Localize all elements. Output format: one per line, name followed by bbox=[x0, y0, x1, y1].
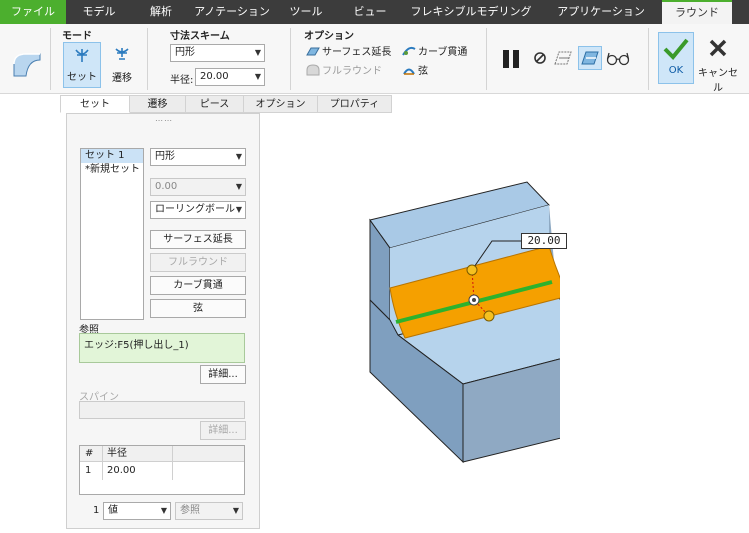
rolling-ball-select[interactable]: ローリングボール ▼ bbox=[150, 201, 246, 219]
dim-scheme-title: 寸法スキーム bbox=[170, 31, 230, 42]
cancel-label: キャンセル bbox=[698, 68, 738, 94]
transition-mode-icon bbox=[115, 48, 129, 60]
dashboard-tabs: セット 遷移 ピース オプション プロパティ bbox=[60, 95, 392, 113]
round-model-graphic bbox=[369, 181, 607, 464]
radius-input-value: 20.00 bbox=[200, 71, 229, 82]
chord-option[interactable]: 弦 bbox=[402, 64, 428, 79]
no-preview-icon[interactable] bbox=[533, 51, 547, 68]
tab-pieces[interactable]: ピース bbox=[186, 95, 244, 113]
chord-label: 弦 bbox=[418, 66, 428, 77]
full-round-option[interactable]: フルラウンド bbox=[306, 64, 382, 79]
surface-extend-label: サーフェス延長 bbox=[322, 47, 392, 58]
tab-properties[interactable]: プロパティ bbox=[318, 95, 392, 113]
chevron-down-icon: ▼ bbox=[160, 506, 167, 515]
sets-panel: ⋯⋯ セット 1 *新規セット 円形 ▼ 0.00 ▼ ローリングボール ▼ サ… bbox=[66, 113, 260, 529]
spine-details-button[interactable]: 詳細... bbox=[200, 421, 246, 440]
ribbon: モード セット 遷移 寸法スキーム 円形 ▼ 半径: 20.00 ▼ オプション… bbox=[0, 24, 749, 94]
footer-reference-select-value: 参照 bbox=[180, 505, 200, 516]
tab-sets[interactable]: セット bbox=[60, 95, 130, 113]
surface-extend-option[interactable]: サーフェス延長 bbox=[306, 45, 391, 60]
surface-extend-icon bbox=[306, 47, 320, 56]
tab-analysis[interactable]: 解析 bbox=[132, 0, 190, 24]
value-select-value: 0.00 bbox=[155, 181, 178, 192]
menu-bar: ファイル モデル 解析 アノテーション ツール ビュー フレキシブルモデリング … bbox=[0, 0, 749, 24]
panel-grip[interactable]: ⋯⋯ bbox=[155, 116, 173, 125]
chord-icon bbox=[403, 68, 415, 75]
radius-table: # 半径 1 20.00 bbox=[79, 445, 245, 495]
reference-value: エッジ:F5(押し出し_1) bbox=[84, 340, 189, 351]
radius-dimension-label[interactable]: 20.00 bbox=[521, 233, 567, 249]
tab-file[interactable]: ファイル bbox=[0, 0, 66, 24]
curve-through-icon bbox=[402, 46, 416, 56]
mode-set-button[interactable]: セット bbox=[63, 42, 101, 88]
shape-select[interactable]: 円形 ▼ bbox=[170, 44, 265, 62]
cancel-button[interactable]: キャンセル bbox=[696, 32, 740, 94]
chevron-down-icon: ▼ bbox=[235, 152, 242, 161]
chevron-down-icon: ▼ bbox=[232, 506, 239, 515]
chevron-down-icon: ▼ bbox=[254, 72, 261, 81]
list-item[interactable]: *新規セット bbox=[81, 163, 143, 177]
mode-set-label: セット bbox=[67, 72, 97, 83]
close-icon bbox=[709, 39, 727, 57]
tab-annotation[interactable]: アノテーション bbox=[190, 0, 274, 24]
tab-round[interactable]: ラウンド bbox=[662, 0, 732, 24]
curve-through-label: カーブ貫通 bbox=[418, 47, 468, 58]
shape-select-value: 円形 bbox=[175, 47, 195, 58]
geometry-preview-icon[interactable] bbox=[553, 48, 575, 71]
ok-label: OK bbox=[668, 65, 684, 76]
table-header-num: # bbox=[85, 448, 94, 459]
set-mode-icon bbox=[75, 49, 89, 62]
shape-select-panel-value: 円形 bbox=[155, 151, 175, 162]
spine-collector[interactable] bbox=[79, 401, 245, 419]
chevron-down-icon: ▼ bbox=[235, 182, 242, 191]
chevron-down-icon: ▼ bbox=[235, 205, 242, 214]
model-viewport[interactable] bbox=[360, 175, 607, 470]
set-list[interactable]: セット 1 *新規セット bbox=[80, 148, 144, 320]
attached-preview-icon[interactable] bbox=[578, 46, 602, 70]
pause-icon[interactable] bbox=[500, 48, 522, 73]
footer-value-select[interactable]: 値 ▼ bbox=[103, 502, 171, 520]
full-round-icon bbox=[306, 64, 320, 76]
options-title: オプション bbox=[304, 31, 354, 42]
chevron-down-icon: ▼ bbox=[254, 48, 261, 57]
list-item[interactable]: セット 1 bbox=[81, 149, 143, 163]
footer-index: 1 bbox=[93, 505, 100, 516]
tab-flexible-modeling[interactable]: フレキシブルモデリング bbox=[402, 0, 540, 24]
value-select[interactable]: 0.00 ▼ bbox=[150, 178, 246, 196]
tab-options[interactable]: オプション bbox=[244, 95, 318, 113]
table-row-radius[interactable]: 20.00 bbox=[107, 463, 136, 479]
details-button[interactable]: 詳細... bbox=[200, 365, 246, 384]
curve-through-button[interactable]: カーブ貫通 bbox=[150, 276, 246, 295]
rolling-ball-select-value: ローリングボール bbox=[155, 204, 235, 215]
verify-glasses-icon[interactable] bbox=[606, 50, 630, 69]
check-icon bbox=[663, 38, 689, 60]
shape-select-panel[interactable]: 円形 ▼ bbox=[150, 148, 246, 166]
table-row-num: 1 bbox=[85, 465, 92, 476]
round-feature-icon bbox=[10, 50, 44, 83]
mode-transition-button[interactable]: 遷移 bbox=[103, 42, 141, 88]
tab-applications[interactable]: アプリケーション bbox=[540, 0, 662, 24]
reference-collector[interactable]: エッジ:F5(押し出し_1) bbox=[79, 333, 245, 363]
table-header-radius: 半径 bbox=[107, 448, 127, 459]
full-round-button[interactable]: フルラウンド bbox=[150, 253, 246, 272]
radius-label: 半径: bbox=[170, 75, 194, 86]
chord-button[interactable]: 弦 bbox=[150, 299, 246, 318]
tab-tools[interactable]: ツール bbox=[274, 0, 338, 24]
full-round-label: フルラウンド bbox=[322, 66, 382, 77]
footer-value-select-value: 値 bbox=[108, 505, 118, 516]
mode-transition-label: 遷移 bbox=[112, 73, 132, 84]
tab-transitions[interactable]: 遷移 bbox=[130, 95, 186, 113]
footer-reference-select[interactable]: 参照 ▼ bbox=[175, 502, 243, 520]
ok-button[interactable]: OK bbox=[658, 32, 694, 84]
mode-group-title: モード bbox=[62, 31, 92, 42]
radius-input[interactable]: 20.00 ▼ bbox=[195, 68, 265, 86]
curve-through-option[interactable]: カーブ貫通 bbox=[402, 45, 467, 60]
tab-model[interactable]: モデル bbox=[66, 0, 132, 24]
surface-extend-button[interactable]: サーフェス延長 bbox=[150, 230, 246, 249]
tab-view[interactable]: ビュー bbox=[338, 0, 402, 24]
